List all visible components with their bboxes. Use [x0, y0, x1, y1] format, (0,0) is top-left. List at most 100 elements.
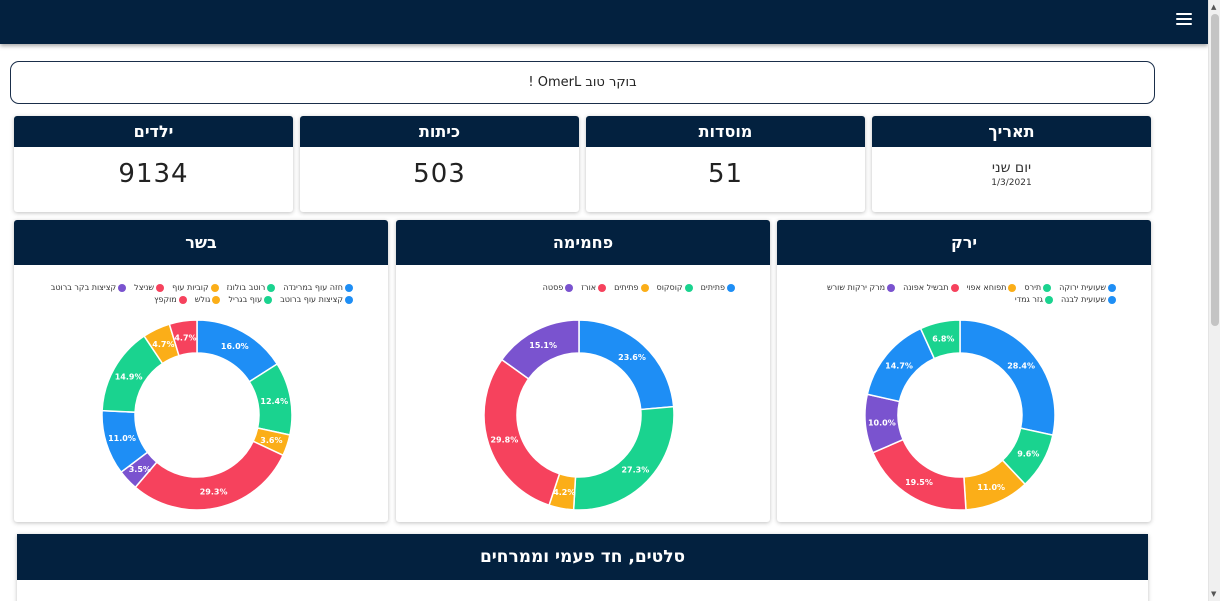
slice-data-label: 3.5%	[129, 465, 151, 474]
legend-dot-icon	[887, 284, 896, 292]
legend-dot-icon	[345, 284, 353, 292]
hamburger-menu-icon[interactable]	[1176, 13, 1192, 27]
legend-item[interactable]: שעועית לבנה	[1061, 294, 1116, 306]
legend-item[interactable]: שעועית ירוקה	[1059, 282, 1116, 294]
donut-chart[interactable]: 28.4% 9.6% 11.0% 19.5% 10.0% 14.7% 6.8%	[863, 318, 1057, 512]
chart-title: פחמימה	[396, 220, 770, 265]
legend-dot-icon	[1108, 296, 1116, 304]
donut-slice[interactable]	[483, 358, 561, 507]
legend-item[interactable]: גזר גמדי	[1015, 294, 1053, 306]
legend-label: גזר גמדי	[1014, 295, 1043, 304]
legend-item[interactable]: קציצות בקר ברוטב	[50, 282, 127, 294]
chart-card-meat: בשר חזה עוף במרינדה רוטב בולונז קוביות עוף…	[14, 220, 388, 522]
legend-label: פתיתים	[700, 283, 725, 292]
stat-card-institutions: מוסדות 51	[586, 116, 865, 212]
slice-data-label: 3.6%	[260, 436, 282, 445]
legend-dot-icon	[210, 284, 219, 292]
legend-dot-icon	[1044, 296, 1053, 304]
legend-label: תירס	[1024, 283, 1042, 292]
stat-title-children: ילדים	[14, 116, 293, 147]
slice-data-label: 12.4%	[260, 397, 288, 406]
greeting-banner: בוקר טוב OmerL !	[10, 61, 1155, 104]
slice-data-label: 10.0%	[868, 418, 896, 427]
legend-dot-icon	[1008, 284, 1017, 292]
legend-item[interactable]: עוף בגריל	[228, 294, 273, 306]
legend-item[interactable]: פתיתים	[701, 282, 735, 294]
legend-item[interactable]: מוקפץ	[154, 294, 187, 306]
donut-chart[interactable]: 16.0% 12.4% 3.6% 29.3% 3.5% 11.0% 14.9% 4.7%4.7…	[100, 318, 294, 512]
slice-data-label: 29.8%	[490, 435, 518, 444]
slice-data-label: 9.6%	[1017, 450, 1039, 459]
legend-label: חזה עוף במרינדה	[283, 283, 343, 292]
legend-item[interactable]: חזה עוף במרינדה	[283, 282, 353, 294]
donut-slice[interactable]	[578, 319, 675, 411]
legend-label: תבשיל אפונה	[903, 283, 949, 292]
slice-data-label: 23.6%	[618, 353, 646, 362]
chart-card-vegetables: ירק שעועית ירוקה תירס תפוחא אפוי תבשיל אפונ…	[777, 220, 1151, 522]
legend-item[interactable]: תבשיל אפונה	[903, 282, 959, 294]
legend-item[interactable]: פסטה	[543, 282, 574, 294]
stat-value-children: 9134	[118, 159, 189, 189]
greeting-text: בוקר טוב OmerL !	[528, 75, 637, 90]
legend-item[interactable]: שניצל	[134, 282, 165, 294]
scroll-down-arrow-icon[interactable]: ▼	[1211, 590, 1216, 598]
legend-label: קציצות בקר ברוטב	[50, 283, 117, 292]
legend-label: מוקפץ	[154, 295, 177, 304]
chart-legend: שעועית ירוקה תירס תפוחא אפוי תבשיל אפונה מרק…	[797, 282, 1116, 306]
page-scrollbar[interactable]: ▲ ▼	[1208, 0, 1220, 601]
legend-dot-icon	[1108, 284, 1116, 292]
legend-item[interactable]: אורז	[581, 282, 607, 294]
legend-dot-icon	[598, 284, 607, 292]
stat-value-institutions: 51	[707, 159, 744, 189]
stat-card-children: ילדים 9134	[14, 116, 293, 212]
donut-slice[interactable]	[572, 405, 675, 511]
donut-slice[interactable]	[959, 319, 1056, 437]
section-title: סלטים, חד פעמי וממרחים	[17, 534, 1148, 580]
legend-item[interactable]: קוסקוס	[657, 282, 693, 294]
legend-label: פסטה	[542, 283, 564, 292]
legend-label: שניצל	[134, 283, 155, 292]
slice-data-label: 11.0%	[108, 434, 136, 443]
legend-dot-icon	[264, 296, 273, 304]
legend-item[interactable]: קוביות עוף	[172, 282, 219, 294]
slice-data-label: 27.3%	[621, 466, 649, 475]
legend-item[interactable]: גולש	[195, 294, 221, 306]
slice-data-label: 11.0%	[977, 483, 1005, 492]
slice-data-label: 15.1%	[529, 341, 557, 350]
legend-item[interactable]: קציצות עוף ברוטב	[280, 294, 353, 306]
top-app-bar	[0, 0, 1208, 44]
legend-dot-icon	[640, 284, 649, 292]
donut-slice[interactable]	[871, 438, 967, 511]
stat-title-date: תאריך	[872, 116, 1151, 147]
stat-card-classes: כיתות 503	[300, 116, 579, 212]
legend-item[interactable]: תירס	[1024, 282, 1052, 294]
stat-day-of-week: יום שני	[991, 160, 1032, 176]
legend-label: עוף בגריל	[228, 295, 263, 304]
legend-dot-icon	[156, 284, 165, 292]
legend-item[interactable]: רוטב בולונז	[227, 282, 276, 294]
slice-data-label: 6.8%	[932, 334, 954, 343]
donut-slice[interactable]	[134, 440, 285, 511]
scroll-thumb[interactable]	[1211, 14, 1219, 326]
slice-data-label: 16.0%	[221, 342, 249, 351]
stat-title-classes: כיתות	[300, 116, 579, 147]
legend-label: קוסקוס	[656, 283, 683, 292]
legend-dot-icon	[565, 284, 574, 292]
legend-label: מרק ירקות שורש	[826, 283, 886, 292]
legend-item[interactable]: תפוחא אפוי	[967, 282, 1017, 294]
slice-data-label: 29.3%	[200, 488, 228, 497]
legend-label: רוטב בולונז	[226, 283, 266, 292]
scroll-up-arrow-icon[interactable]: ▲	[1211, 3, 1216, 11]
legend-item[interactable]: פתיתים	[614, 282, 649, 294]
chart-legend: פתיתים קוסקוס פתיתים אורז פסטה	[416, 282, 735, 294]
legend-label: קוביות עוף	[172, 283, 209, 292]
legend-item[interactable]: מרק ירקות שורש	[826, 282, 896, 294]
legend-dot-icon	[267, 284, 276, 292]
slice-data-label: 4.2%	[553, 488, 575, 497]
legend-dot-icon	[1043, 284, 1052, 292]
stat-card-date: תאריך יום שני 1/3/2021	[872, 116, 1151, 212]
legend-dot-icon	[118, 284, 127, 292]
legend-label: תפוחא אפוי	[966, 283, 1007, 292]
donut-chart[interactable]: 23.6% 27.3% 4.2% 29.8% 15.1%	[482, 318, 676, 512]
slice-data-label: 28.4%	[1007, 362, 1035, 371]
